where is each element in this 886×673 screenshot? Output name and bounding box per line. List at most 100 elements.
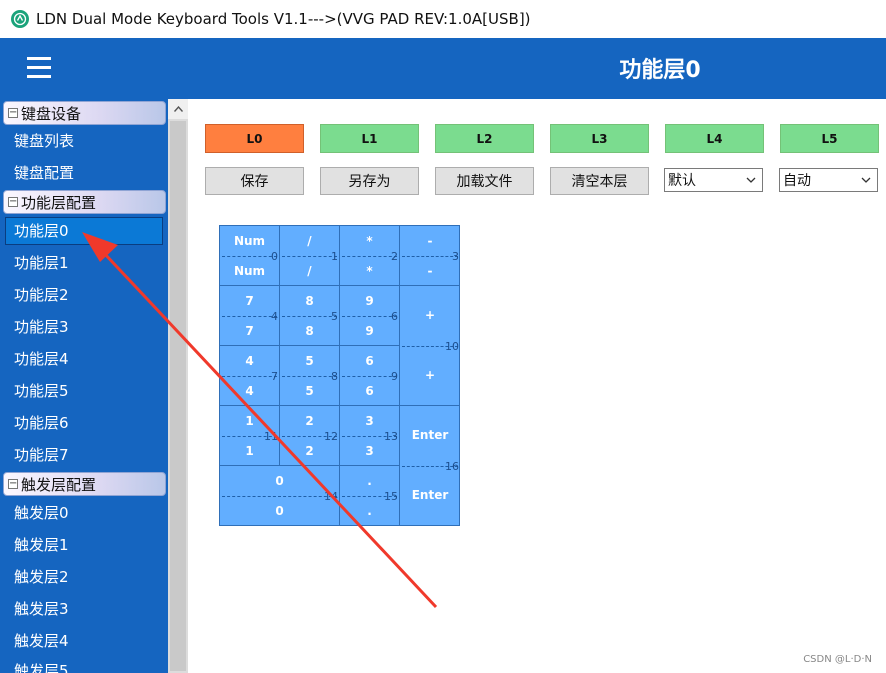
load-file-button[interactable]: 加载文件 <box>435 167 534 195</box>
key-secondary-label: + <box>424 368 436 382</box>
window-title: LDN Dual Mode Keyboard Tools V1.1--->(VV… <box>36 10 531 28</box>
key-2[interactable]: 2 12 2 <box>280 406 340 466</box>
sidebar-item-function-layer-4[interactable]: 功能层4 <box>14 345 69 373</box>
app-logo-icon <box>11 10 29 28</box>
key-secondary-label: . <box>367 504 372 518</box>
collapse-icon[interactable]: − <box>8 479 18 489</box>
key-4[interactable]: 4 7 4 <box>220 346 280 406</box>
key-secondary-label: 3 <box>365 444 374 458</box>
key-index: 12 <box>324 430 338 443</box>
key-minus[interactable]: - 3 - <box>400 226 460 286</box>
key-primary-label: Enter <box>411 428 449 442</box>
main-content: L0 L1 L2 L3 L4 L5 保存 另存为 加载文件 清空本层 默认 自动… <box>188 99 886 673</box>
sidebar: − 键盘设备 键盘列表 键盘配置 − 功能层配置 功能层0 功能层1 功能层2 … <box>0 99 168 673</box>
sidebar-item-function-layer-2[interactable]: 功能层2 <box>14 281 69 309</box>
key-decimal[interactable]: . 15 . <box>340 466 400 526</box>
sidebar-item-trigger-layer-1[interactable]: 触发层1 <box>14 531 69 559</box>
key-secondary-label: Num <box>233 264 266 278</box>
chevron-down-icon <box>861 177 871 183</box>
key-primary-label: Num <box>233 234 266 248</box>
key-secondary-label: 5 <box>305 384 314 398</box>
layer-tab-l1[interactable]: L1 <box>320 124 419 153</box>
key-primary-label: - <box>427 234 433 248</box>
key-primary-label: 0 <box>275 474 284 488</box>
key-primary-label: / <box>307 234 312 248</box>
layer-tab-l2[interactable]: L2 <box>435 124 534 153</box>
key-secondary-label: 7 <box>245 324 254 338</box>
key-enter[interactable]: Enter 16 Enter <box>400 406 460 526</box>
key-secondary-label: 0 <box>275 504 284 518</box>
clear-layer-button[interactable]: 清空本层 <box>550 167 649 195</box>
save-button[interactable]: 保存 <box>205 167 304 195</box>
key-index: 14 <box>324 490 338 503</box>
key-1[interactable]: 1 11 1 <box>220 406 280 466</box>
key-8[interactable]: 8 5 8 <box>280 286 340 346</box>
sidebar-item-function-layer-6[interactable]: 功能层6 <box>14 409 69 437</box>
collapse-icon[interactable]: − <box>8 108 18 118</box>
key-primary-label: . <box>367 474 372 488</box>
sidebar-item-trigger-layer-5[interactable]: 触发层5 <box>14 657 69 673</box>
layer-tab-l0[interactable]: L0 <box>205 124 304 153</box>
key-index: 1 <box>331 250 338 263</box>
key-6[interactable]: 6 9 6 <box>340 346 400 406</box>
key-index: 6 <box>391 310 398 323</box>
sidebar-item-function-layer-3[interactable]: 功能层3 <box>14 313 69 341</box>
keypad-grid: Num 0 Num / 1 / * 2 * - 3 - 7 4 7 8 5 8 … <box>219 225 460 526</box>
scroll-thumb[interactable] <box>170 121 186 671</box>
sidebar-item-function-layer-7[interactable]: 功能层7 <box>14 441 69 469</box>
sidebar-item-function-layer-1[interactable]: 功能层1 <box>14 249 69 277</box>
layer-tab-l3[interactable]: L3 <box>550 124 649 153</box>
collapse-icon[interactable]: − <box>8 197 18 207</box>
sidebar-item-keyboard-list[interactable]: 键盘列表 <box>14 127 74 155</box>
app-window: LDN Dual Mode Keyboard Tools V1.1--->(VV… <box>0 0 886 673</box>
key-index: 10 <box>445 340 459 353</box>
key-plus[interactable]: + 10 + <box>400 286 460 406</box>
key-primary-label: 8 <box>305 294 314 308</box>
sidebar-item-trigger-layer-3[interactable]: 触发层3 <box>14 595 69 623</box>
group-label: 触发层配置 <box>21 475 97 494</box>
layer-tab-l5[interactable]: L5 <box>780 124 879 153</box>
key-multiply[interactable]: * 2 * <box>340 226 400 286</box>
key-secondary-label: 9 <box>365 324 374 338</box>
key-secondary-label: 1 <box>245 444 254 458</box>
key-9[interactable]: 9 6 9 <box>340 286 400 346</box>
sidebar-item-trigger-layer-0[interactable]: 触发层0 <box>14 499 69 527</box>
key-index: 3 <box>452 250 459 263</box>
group-header-keyboard-device[interactable]: − 键盘设备 <box>3 101 166 125</box>
sidebar-item-keyboard-config[interactable]: 键盘配置 <box>14 159 74 187</box>
key-primary-label: 4 <box>245 354 254 368</box>
sidebar-item-trigger-layer-2[interactable]: 触发层2 <box>14 563 69 591</box>
key-secondary-label: - <box>427 264 433 278</box>
sidebar-item-function-layer-0[interactable]: 功能层0 <box>14 217 69 245</box>
key-divide[interactable]: / 1 / <box>280 226 340 286</box>
key-primary-label: 7 <box>245 294 254 308</box>
key-index: 16 <box>445 460 459 473</box>
save-as-button[interactable]: 另存为 <box>320 167 419 195</box>
key-numlock[interactable]: Num 0 Num <box>220 226 280 286</box>
key-index: 7 <box>271 370 278 383</box>
group-header-trigger-layers[interactable]: − 触发层配置 <box>3 472 166 496</box>
key-secondary-label: 4 <box>245 384 254 398</box>
key-primary-label: 5 <box>305 354 314 368</box>
title-bar: LDN Dual Mode Keyboard Tools V1.1--->(VV… <box>0 0 886 38</box>
key-7[interactable]: 7 4 7 <box>220 286 280 346</box>
watermark: CSDN @L·D·N <box>803 654 872 665</box>
key-secondary-label: 8 <box>305 324 314 338</box>
group-label: 键盘设备 <box>21 104 82 123</box>
mode-select[interactable]: 默认 <box>664 168 763 192</box>
auto-select[interactable]: 自动 <box>779 168 878 192</box>
sidebar-scrollbar[interactable] <box>168 99 188 673</box>
sidebar-item-trigger-layer-4[interactable]: 触发层4 <box>14 627 69 655</box>
hamburger-menu-icon[interactable] <box>27 57 52 79</box>
sidebar-item-function-layer-5[interactable]: 功能层5 <box>14 377 69 405</box>
key-index: 9 <box>391 370 398 383</box>
scroll-up-arrow-icon[interactable] <box>168 99 188 119</box>
mode-select-value: 默认 <box>668 173 696 189</box>
key-0[interactable]: 0 14 0 <box>220 466 340 526</box>
key-3[interactable]: 3 13 3 <box>340 406 400 466</box>
key-primary-label: + <box>424 308 436 322</box>
group-header-function-layers[interactable]: − 功能层配置 <box>3 190 166 214</box>
key-5[interactable]: 5 8 5 <box>280 346 340 406</box>
page-title: 功能层0 <box>619 58 701 83</box>
layer-tab-l4[interactable]: L4 <box>665 124 764 153</box>
